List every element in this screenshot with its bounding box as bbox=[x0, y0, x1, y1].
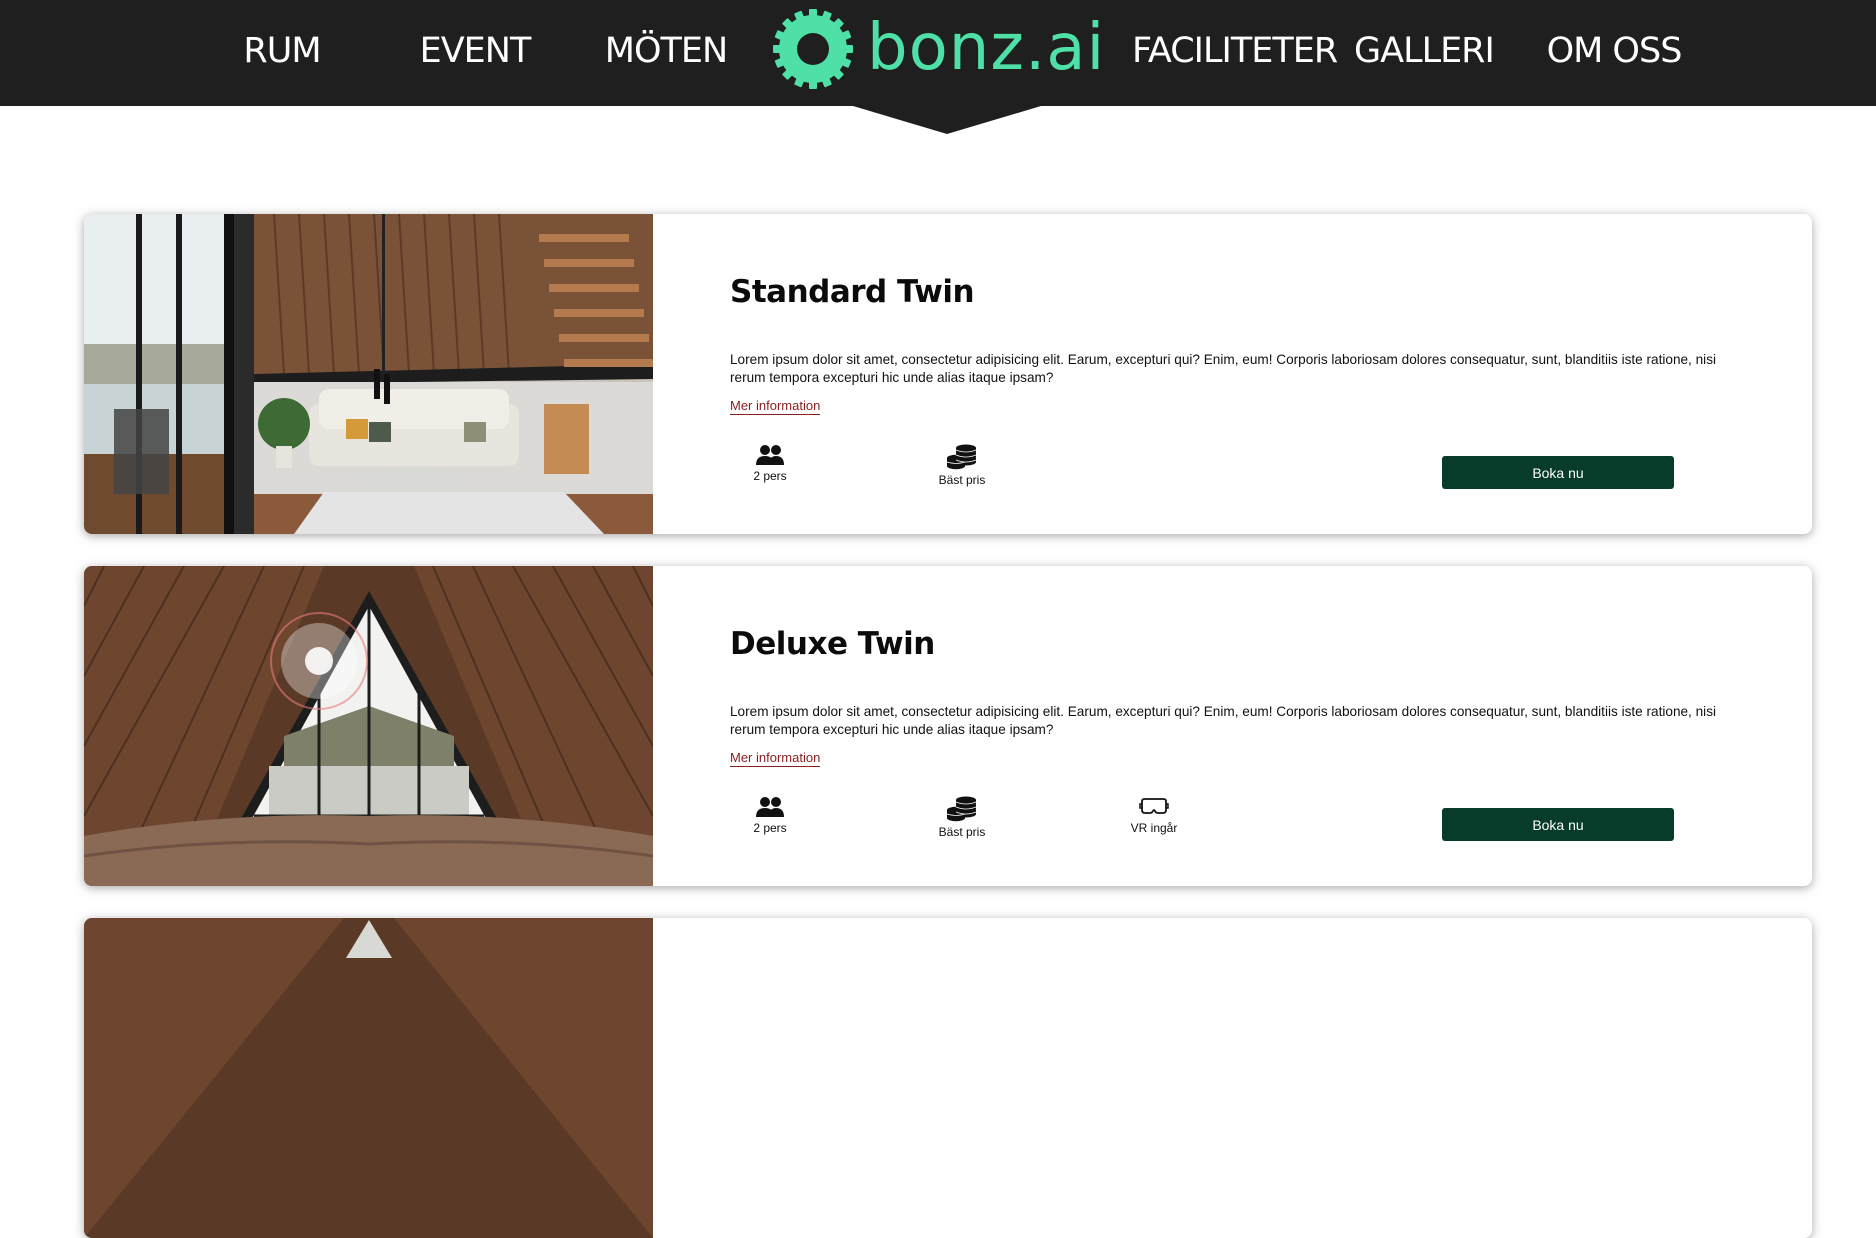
nav-link-om-oss[interactable]: OM OSS bbox=[1544, 26, 1684, 76]
room-description: Lorem ipsum dolor sit amet, consectetur … bbox=[730, 704, 1717, 737]
nav-link-galleri[interactable]: GALLERI bbox=[1354, 26, 1495, 76]
book-now-button[interactable]: Boka nu bbox=[1442, 808, 1674, 841]
book-now-button[interactable]: Boka nu bbox=[1442, 456, 1674, 489]
vr-headset-icon bbox=[1139, 798, 1169, 814]
room-card-deluxe-twin: Deluxe Twin Lorem ipsum dolor sit amet, … bbox=[84, 566, 1812, 886]
room-photo-partial bbox=[84, 918, 653, 1238]
room-photo-a-frame-bedroom bbox=[84, 566, 653, 886]
feature-price: Bäst pris bbox=[922, 796, 1002, 839]
logo-wordmark: bonz.ai bbox=[867, 11, 1106, 85]
coins-icon bbox=[946, 796, 977, 822]
feature-vr: VR ingår bbox=[1114, 796, 1194, 835]
feature-guests: 2 pers bbox=[730, 796, 810, 835]
people-icon bbox=[756, 797, 784, 817]
more-information-link[interactable]: Mer information bbox=[730, 398, 821, 415]
room-card-content bbox=[653, 918, 1812, 1238]
room-card-partial bbox=[84, 918, 1812, 1238]
more-information-link[interactable]: Mer information bbox=[730, 750, 821, 767]
feature-price: Bäst pris bbox=[922, 444, 1002, 487]
room-card-content: Standard Twin Lorem ipsum dolor sit amet… bbox=[653, 214, 1812, 534]
nav-link-event[interactable]: EVENT bbox=[410, 26, 540, 76]
header-notch bbox=[853, 106, 1041, 134]
feature-label: Bäst pris bbox=[938, 825, 986, 839]
nav-link-moten[interactable]: MÖTEN bbox=[598, 26, 734, 76]
people-icon bbox=[756, 445, 784, 465]
room-description: Lorem ipsum dolor sit amet, consectetur … bbox=[730, 352, 1717, 385]
room-title: Standard Twin bbox=[730, 274, 975, 310]
feature-label: 2 pers bbox=[753, 821, 787, 835]
coins-icon bbox=[946, 444, 977, 470]
feature-guests: 2 pers bbox=[730, 444, 810, 483]
feature-label: VR ingår bbox=[1130, 821, 1178, 835]
room-card-content: Deluxe Twin Lorem ipsum dolor sit amet, … bbox=[653, 566, 1812, 886]
room-photo-living-room bbox=[84, 214, 653, 534]
room-title: Deluxe Twin bbox=[730, 626, 935, 662]
feature-label: 2 pers bbox=[753, 469, 787, 483]
nav-link-rum[interactable]: RUM bbox=[222, 26, 342, 76]
nav-link-faciliteter[interactable]: FACILITETER bbox=[1132, 26, 1338, 76]
feature-label: Bäst pris bbox=[938, 473, 986, 487]
room-card-standard-twin: Standard Twin Lorem ipsum dolor sit amet… bbox=[84, 214, 1812, 534]
gear-logo-icon bbox=[773, 9, 853, 89]
brand-logo[interactable]: bonz.ai bbox=[772, 8, 1106, 92]
